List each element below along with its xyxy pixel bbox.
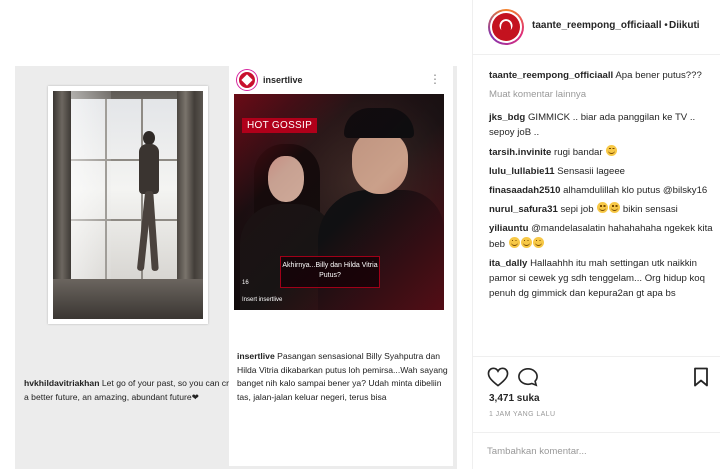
comment-username[interactable]: lulu_lullabie11 xyxy=(489,166,555,177)
post-sidebar: taante_reempong_officiaall • Diikuti taa… xyxy=(472,0,720,469)
laughing-emoji-icon xyxy=(532,236,544,248)
episode-number: 16 xyxy=(242,280,249,286)
separator-dot: • xyxy=(664,20,668,31)
comment-text: Apa bener putus??? xyxy=(615,70,702,81)
room-photo-card xyxy=(48,86,208,324)
comment-username[interactable]: finasaadah2510 xyxy=(489,185,560,196)
comment-text: rugi bandar xyxy=(554,146,603,158)
embedded-post: insertlive ⋮ HOT GOSSIP Akhirnya...Billy… xyxy=(229,66,453,466)
laughing-emoji-icon xyxy=(508,236,520,248)
embed-username: insertlive xyxy=(263,75,303,85)
insertlive-logo-icon xyxy=(237,70,257,90)
room-photo xyxy=(53,91,203,319)
post-actions: 3,471 suka 1 JAM YANG LALU xyxy=(473,356,720,428)
post-image[interactable]: hvkhildavitriakhan Let go of your past, … xyxy=(0,0,472,469)
comment-item: jks_bdg GIMMICK .. biar ada panggilan ke… xyxy=(489,110,715,140)
comment-text: alhamdulillah klo putus @bilsky16 xyxy=(563,185,708,197)
laughing-emoji-icon xyxy=(597,202,609,214)
likes-count[interactable]: 3,471 suka xyxy=(489,393,540,404)
comment-username[interactable]: ita_dally xyxy=(489,258,527,269)
post-caption: taante_reempong_officiaall Apa bener put… xyxy=(489,68,715,83)
post-timestamp: 1 JAM YANG LALU xyxy=(489,411,556,418)
comment-item: lulu_lullabie11 Sensasii lageee xyxy=(489,164,715,179)
comment-username[interactable]: yiliauntu xyxy=(489,223,528,234)
overlay-caption: Akhirnya...Billy dan Hilda Vitria Putus? xyxy=(280,256,380,288)
gossip-photo: HOT GOSSIP Akhirnya...Billy dan Hilda Vi… xyxy=(234,94,444,310)
comment-username[interactable]: jks_bdg xyxy=(489,112,525,123)
comment-item: yiliauntu @mandelasalatin hahahahaha nge… xyxy=(489,221,715,251)
laughing-emoji-icon xyxy=(609,202,621,214)
following-button[interactable]: Diikuti xyxy=(669,20,700,31)
heart-icon[interactable] xyxy=(487,367,509,387)
hot-gossip-badge: HOT GOSSIP xyxy=(242,118,318,133)
comment-item: tarsih.invinite rugi bandar xyxy=(489,144,715,160)
laughing-emoji-icon xyxy=(606,144,618,156)
comment-username[interactable]: tarsih.invinite xyxy=(489,147,551,158)
insert-watermark: Insert insertlive xyxy=(242,297,283,303)
woman-silhouette xyxy=(135,131,163,272)
embed-caption: insertlive Pasangan sensasional Billy Sy… xyxy=(237,350,451,404)
comment-input[interactable] xyxy=(487,441,687,461)
comment-item: finasaadah2510 alhamdulillah klo putus @… xyxy=(489,183,715,198)
comment-item: nurul_safura31 sepi job bikin sensasi xyxy=(489,202,715,217)
caption-username: hvkhildavitriakhan xyxy=(24,378,100,388)
profile-avatar[interactable] xyxy=(488,9,524,45)
left-photo-caption: hvkhildavitriakhan Let go of your past, … xyxy=(24,377,249,404)
comment-text-continued: bikin sensasi xyxy=(622,204,678,216)
comments-list: taante_reempong_officiaall Apa bener put… xyxy=(489,68,715,305)
load-more-comments[interactable]: Muat komentar lainnya xyxy=(489,89,715,100)
laughing-emoji-icon xyxy=(520,236,532,248)
add-comment-bar xyxy=(473,432,720,469)
comment-text: Sensasii lageee xyxy=(557,165,626,177)
bookmark-icon[interactable] xyxy=(693,367,709,387)
comment-text: sepi job xyxy=(560,204,594,216)
comment-item: ita_dally Hallaahhh itu mah settingan ut… xyxy=(489,256,715,302)
header-username[interactable]: taante_reempong_officiaall • xyxy=(532,20,668,31)
embed-caption-username: insertlive xyxy=(237,351,275,361)
comment-username[interactable]: taante_reempong_officiaall xyxy=(489,70,613,81)
comment-icon[interactable] xyxy=(517,367,539,387)
comment-username[interactable]: nurul_safura31 xyxy=(489,204,558,215)
more-options-icon: ⋮ xyxy=(429,72,441,86)
embed-header: insertlive ⋮ xyxy=(229,66,453,94)
post-header: taante_reempong_officiaall • Diikuti xyxy=(473,0,720,55)
